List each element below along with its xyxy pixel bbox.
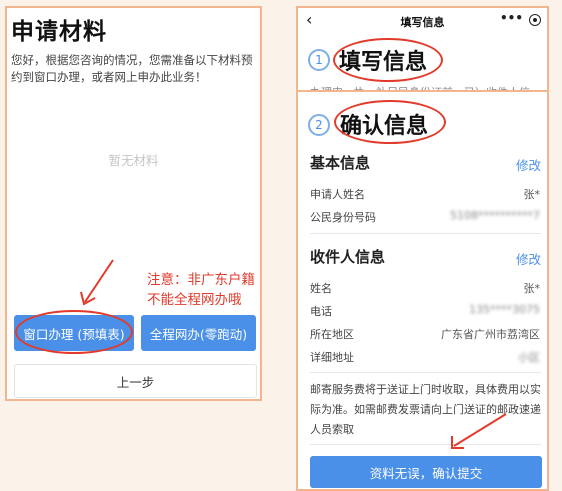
materials-panel: 申请材料 您好，根据您咨询的情况，您需准备以下材料预约到窗口办理，或者网上申办此… <box>5 6 262 401</box>
annotation-circle <box>333 38 443 82</box>
annotation-note: 注意：非广东户籍 不能全程网办哦 <box>147 270 255 310</box>
page-title: 申请材料 <box>11 19 107 45</box>
basic-info-edit-link[interactable]: 修改 <box>516 155 541 174</box>
more-icon[interactable]: ••• <box>500 11 523 25</box>
row-label: 所在地区 <box>310 328 354 341</box>
row-value: 张* <box>523 282 541 295</box>
step-number: 2 <box>308 114 330 136</box>
row-value: 135****3075 <box>469 303 540 316</box>
form-panel: ‹ 填写信息 ••• 1 填写信息 办理申一执，补足民身份证前，已）收件人信 2… <box>296 6 549 491</box>
row-value: 广东省广州市荔湾区 <box>441 328 540 341</box>
annotation-circle <box>334 100 446 144</box>
basic-info-title: 基本信息 <box>310 154 371 172</box>
row-label: 电话 <box>310 305 332 318</box>
row-label: 申请人姓名 <box>310 188 365 201</box>
divider <box>310 372 541 373</box>
page-description: 您好，根据您咨询的情况，您需准备以下材料预约到窗口办理，或者网上申办此业务！ <box>11 53 253 84</box>
divider <box>310 233 541 234</box>
row-label: 详细地址 <box>310 351 354 364</box>
row-value: 张* <box>523 188 541 201</box>
row-label: 姓名 <box>310 282 332 295</box>
nav-bar: ‹ 填写信息 ••• <box>298 8 547 34</box>
close-target-icon[interactable] <box>529 14 541 26</box>
annotation-arrow-icon <box>80 259 114 306</box>
confirm-submit-button[interactable]: 资料无误，确认提交 <box>310 456 542 488</box>
annotation-note-line1: 注意：非广东户籍 <box>147 272 255 288</box>
annotation-note-line2: 不能全程网办哦 <box>147 292 242 308</box>
step-confirm-info: 2 确认信息 基本信息 修改 申请人姓名 张* 公民身份号码 5108*****… <box>298 94 547 488</box>
step-subtitle: 办理申一执，补足民身份证前，已）收件人信 <box>310 84 530 90</box>
online-handle-button[interactable]: 全程网办(零跑动) <box>141 315 256 351</box>
row-value: 小区 <box>518 351 540 364</box>
previous-step-button[interactable]: 上一步 <box>14 364 257 398</box>
row-value: 5108**********7 <box>450 209 540 222</box>
recipient-info-title: 收件人信息 <box>310 248 386 266</box>
annotation-arrow-icon <box>451 413 507 449</box>
step-fill-info: 1 填写信息 办理申一执，补足民身份证前，已）收件人信 <box>298 36 547 92</box>
row-label: 公民身份号码 <box>310 211 376 224</box>
step-number: 1 <box>308 49 330 71</box>
recipient-info-edit-link[interactable]: 修改 <box>516 249 541 268</box>
empty-materials-text: 暂无材料 <box>108 153 159 168</box>
annotation-circle <box>15 310 133 354</box>
